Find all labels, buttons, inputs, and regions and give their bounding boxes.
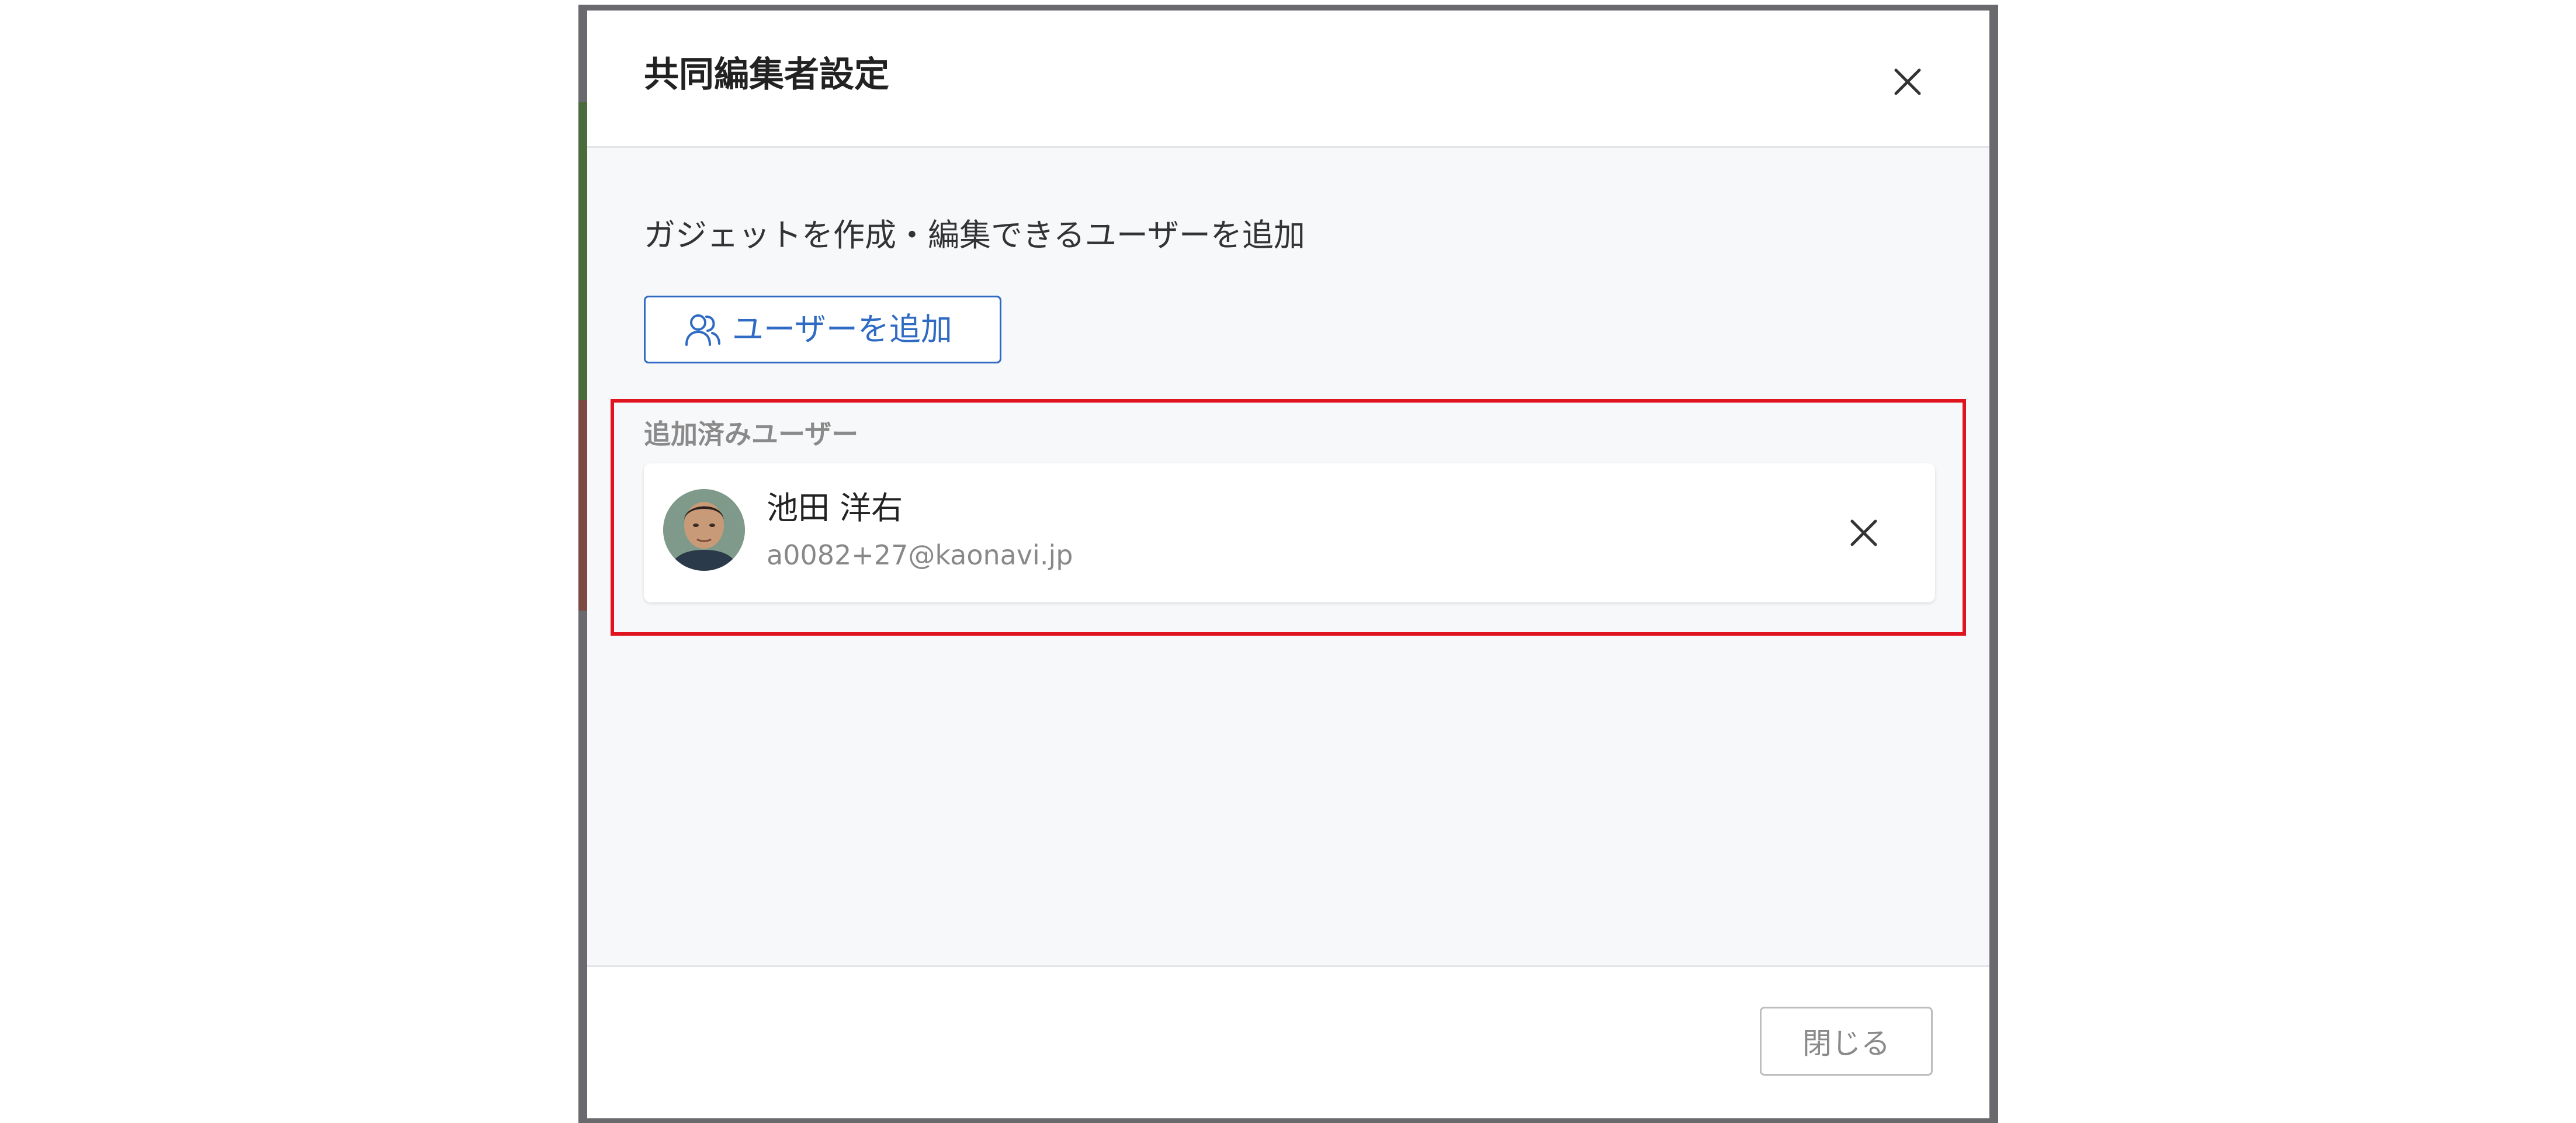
add-user-button[interactable]: ユーザーを追加 — [644, 296, 1001, 363]
avatar — [663, 489, 745, 571]
backdrop-strip — [578, 102, 588, 400]
remove-icon[interactable] — [1846, 515, 1881, 550]
user-name: 池田 洋右 — [767, 490, 903, 526]
dialog-header: 共同編集者設定 — [587, 11, 1989, 148]
close-button[interactable]: 閉じる — [1760, 1007, 1933, 1076]
close-icon[interactable] — [1890, 64, 1925, 99]
dialog-description: ガジェットを作成・編集できるユーザーを追加 — [644, 217, 1305, 254]
users-icon — [682, 309, 724, 351]
dialog-footer: 閉じる — [587, 965, 1989, 1118]
user-email: a0082+27@kaonavi.jp — [767, 539, 1073, 571]
added-user-item: 池田 洋右 a0082+27@kaonavi.jp — [644, 463, 1935, 602]
add-user-button-label: ユーザーを追加 — [732, 311, 952, 348]
coeditor-settings-dialog: 共同編集者設定 ガジェットを作成・編集できるユーザーを追加 ユーザーを追加 追加… — [587, 11, 1989, 1118]
dialog-title: 共同編集者設定 — [644, 54, 889, 95]
backdrop-strip — [578, 400, 588, 611]
dialog-body: ガジェットを作成・編集できるユーザーを追加 ユーザーを追加 追加済みユーザー 池… — [587, 148, 1989, 965]
added-users-label: 追加済みユーザー — [644, 418, 859, 450]
